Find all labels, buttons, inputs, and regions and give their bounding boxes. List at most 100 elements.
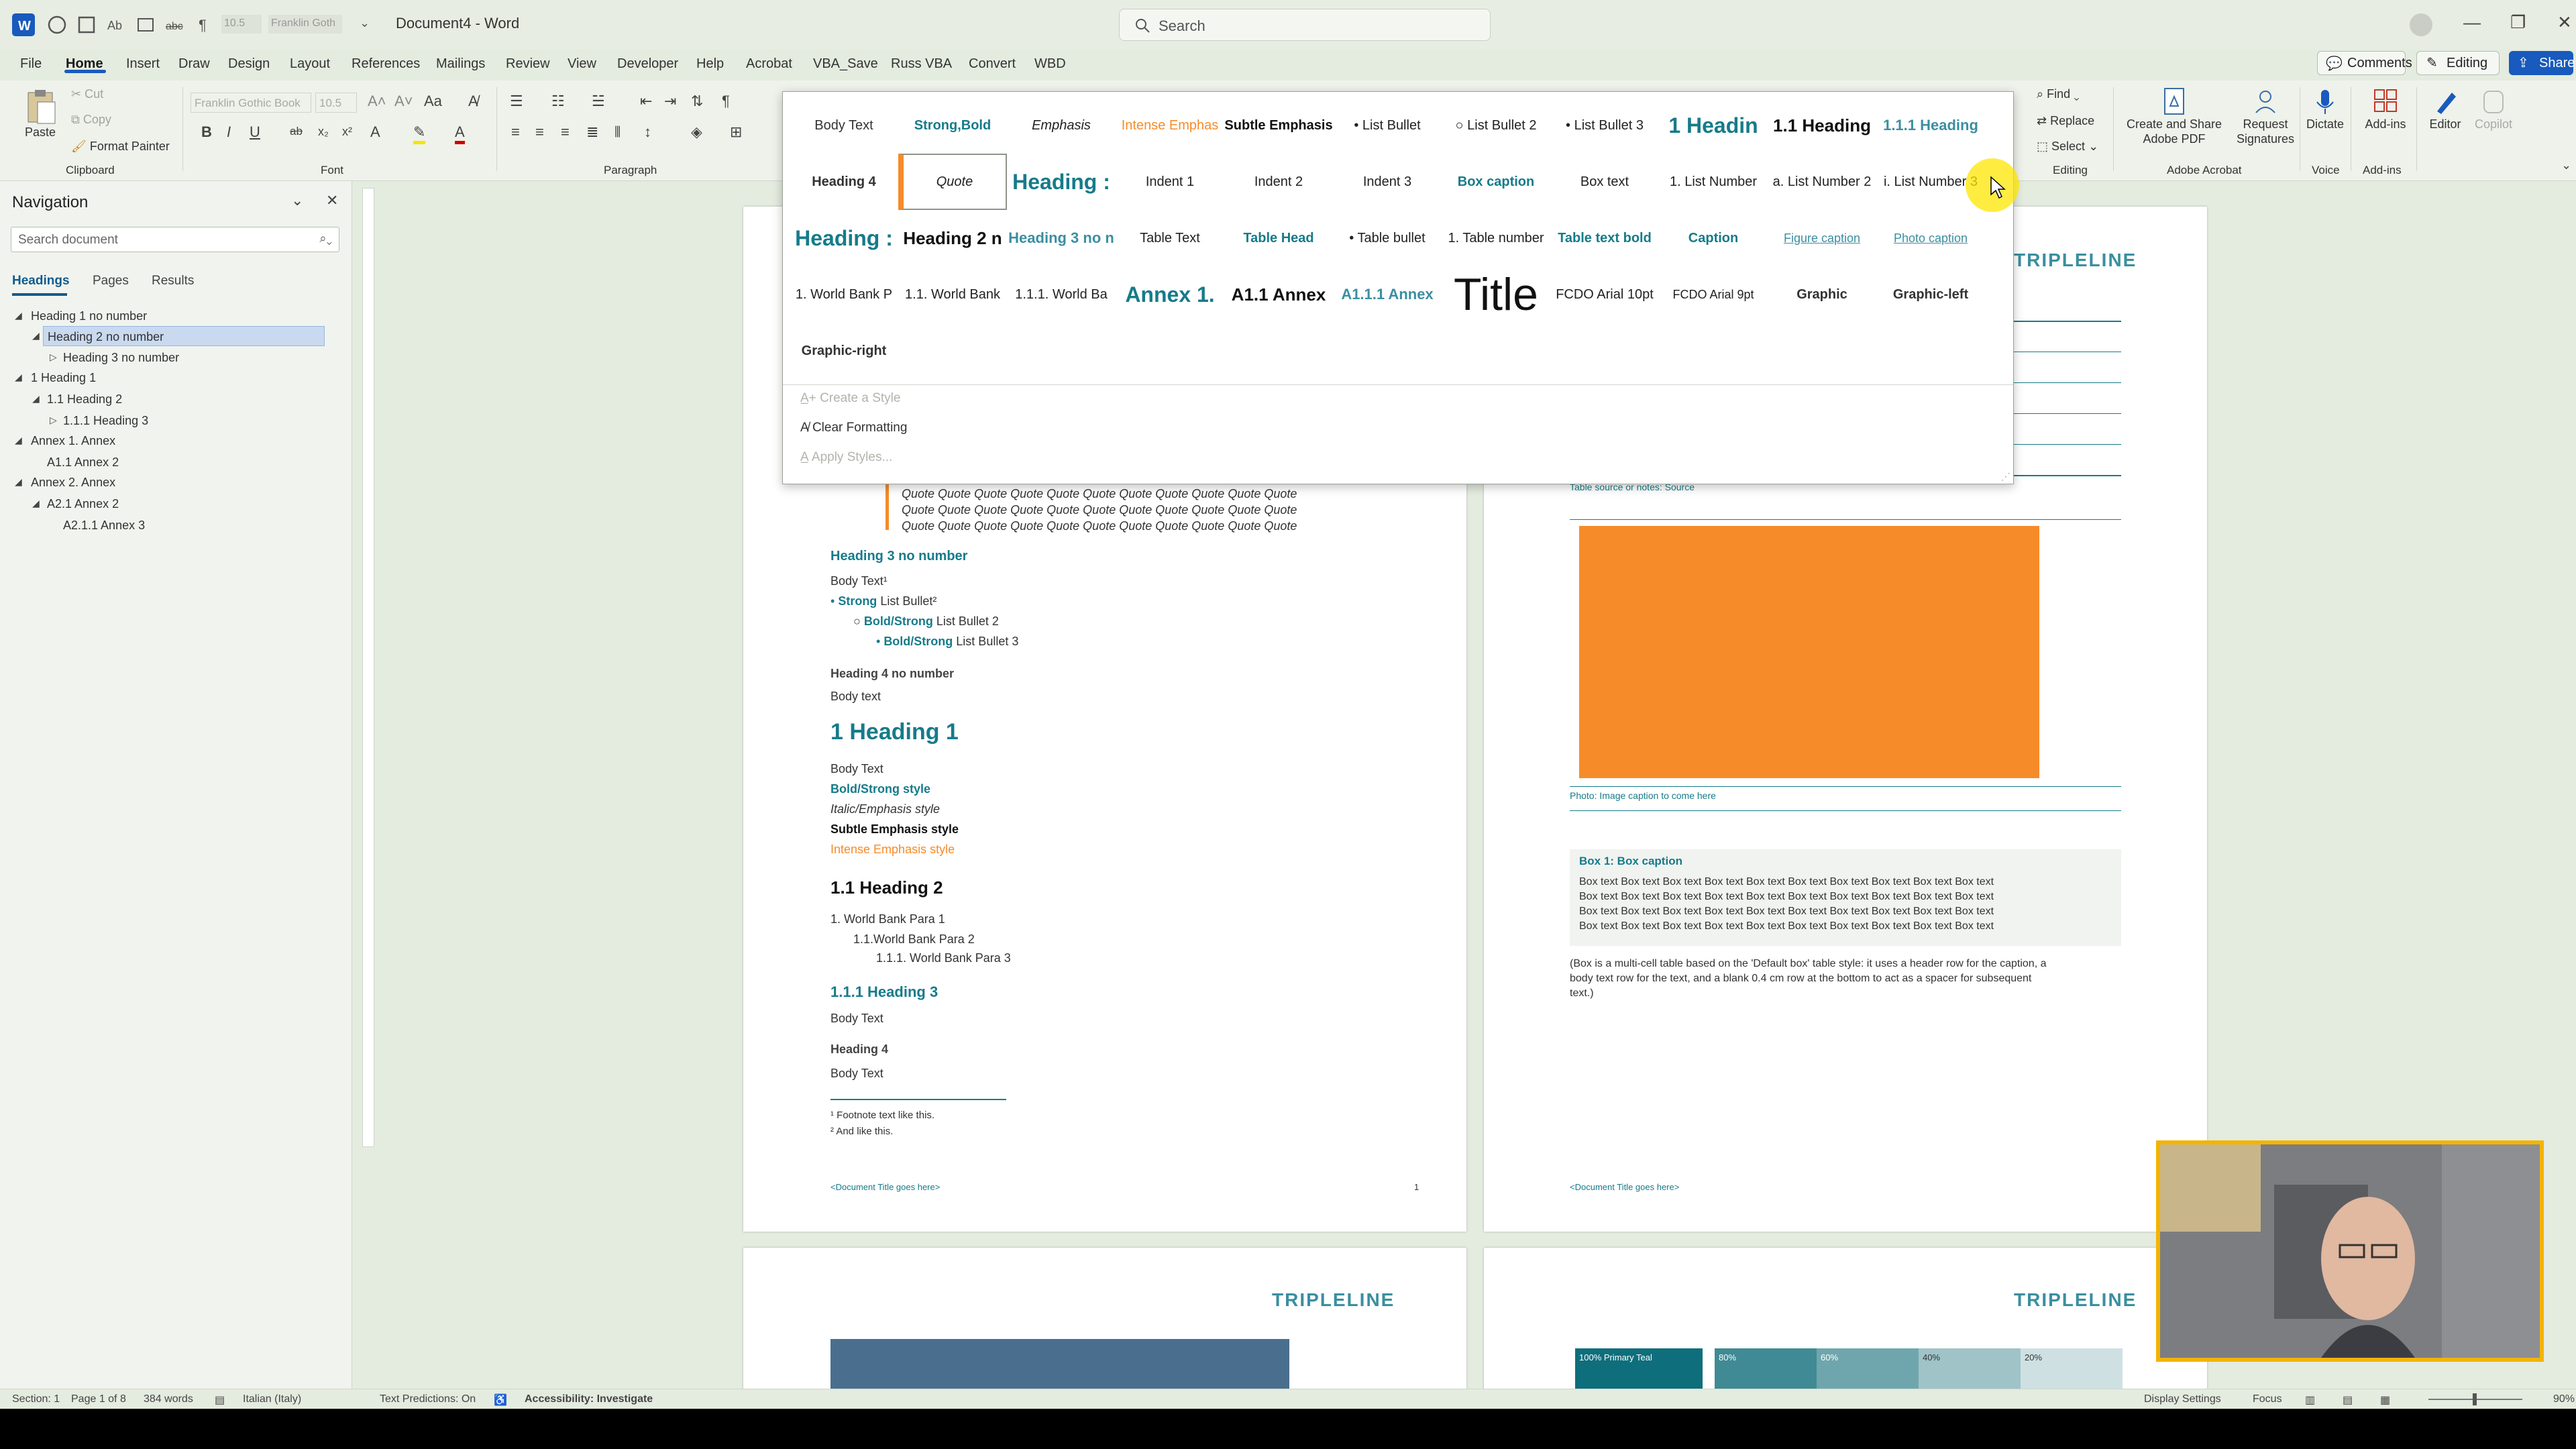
strikethrough-icon[interactable]: abc (164, 13, 186, 36)
style-annex-1[interactable]: Annex 1. (1116, 266, 1224, 323)
nav-tab-results[interactable]: Results (152, 274, 194, 288)
style-heading-4[interactable]: Heading 4 (790, 154, 898, 210)
collapse-triangle-icon[interactable]: ◢ (15, 310, 22, 321)
style-table-text[interactable]: Table Text (1116, 210, 1224, 266)
strikethrough-button-icon[interactable]: ab (290, 125, 303, 138)
format-painter-button[interactable]: 🖌 Format Painter (71, 140, 170, 154)
style-heading-1-nonum[interactable]: Heading : (790, 210, 898, 266)
search-input[interactable]: Search (1119, 9, 1491, 41)
nav-heading-item[interactable]: Annex 2. Annex (31, 472, 115, 492)
tab-mailings[interactable]: Mailings (436, 56, 485, 72)
collapse-triangle-icon[interactable]: ◢ (15, 476, 22, 488)
expand-triangle-icon[interactable]: ▷ (50, 415, 57, 426)
account-avatar[interactable] (2410, 13, 2432, 36)
font-name-box[interactable]: Franklin Gothic Book (191, 93, 311, 113)
tab-view[interactable]: View (568, 56, 596, 72)
close-icon[interactable]: ✕ (2557, 12, 2572, 33)
resize-grip-icon[interactable]: ⋰ (2001, 471, 2010, 482)
tab-review[interactable]: Review (506, 56, 550, 72)
borders-icon[interactable]: ⊞ (730, 123, 742, 141)
clear-formatting-menu-item[interactable]: A̸ Clear Formatting (800, 421, 907, 435)
align-center-icon[interactable]: ≡ (535, 123, 544, 141)
cut-button[interactable]: ✂ Cut (71, 87, 103, 101)
style-heading-2-nonum[interactable]: Heading 2 n (898, 210, 1007, 266)
style-strong-bold[interactable]: Strong,Bold (898, 97, 1007, 154)
tab-references[interactable]: References (352, 56, 420, 72)
status-zoom[interactable]: 90% (2553, 1393, 2575, 1405)
style-list-bullet-2[interactable]: ○ List Bullet 2 (1442, 97, 1550, 154)
page-4[interactable]: TRIPLELINE 100% Primary Teal 80% 60% 40%… (1484, 1248, 2207, 1395)
replace-button[interactable]: ⇄ Replace (2037, 114, 2094, 128)
tab-insert[interactable]: Insert (126, 56, 160, 72)
style-world-bank-2[interactable]: 1.1. World Bank (898, 266, 1007, 323)
minimize-icon[interactable]: — (2463, 12, 2481, 33)
select-button[interactable]: ⬚ Select ⌄ (2037, 140, 2098, 154)
nav-heading-item[interactable]: Heading 1 no number (31, 306, 147, 326)
style-graphic-right[interactable]: Graphic-right (790, 323, 898, 379)
style-graphic-left[interactable]: Graphic-left (1876, 266, 1985, 323)
show-formatting-icon[interactable]: ¶ (722, 93, 730, 110)
search-document-input[interactable]: Search document ⌕⌄ (11, 227, 339, 252)
qa-font-name-box[interactable]: Franklin Goth (268, 15, 342, 34)
autosave-icon[interactable] (46, 13, 68, 36)
web-layout-icon[interactable]: ▦ (2380, 1393, 2390, 1407)
decrease-indent-icon[interactable]: ⇤ (640, 93, 652, 110)
status-words[interactable]: 384 words (144, 1393, 193, 1405)
font-size-box[interactable]: 10.5 (315, 93, 357, 113)
collapse-triangle-icon[interactable]: ◢ (15, 372, 22, 383)
style-list-number[interactable]: 1. List Number (1659, 154, 1768, 210)
font-color-icon[interactable]: A (455, 123, 465, 144)
superscript-icon[interactable]: x² (342, 125, 352, 139)
nav-heading-item[interactable]: Annex 1. Annex (31, 431, 115, 451)
styles-gallery-dropdown[interactable]: Body Text Strong,Bold Emphasis Intense E… (782, 91, 2014, 484)
pilcrow-icon[interactable]: ¶ (193, 13, 216, 36)
tab-wbd[interactable]: WBD (1034, 56, 1066, 72)
align-left-icon[interactable]: ≡ (511, 123, 520, 141)
style-fcdo-10pt[interactable]: FCDO Arial 10pt (1550, 266, 1659, 323)
columns-icon[interactable]: ⫴ (614, 123, 621, 141)
dictate-button[interactable]: Dictate (2305, 87, 2345, 131)
increase-indent-icon[interactable]: ⇥ (664, 93, 676, 110)
style-title[interactable]: Title (1442, 266, 1550, 323)
find-button[interactable]: ⌕ Find ⌄ (2037, 87, 2080, 101)
nav-heading-item[interactable]: Heading 3 no number (63, 347, 179, 368)
track-changes-icon[interactable] (134, 13, 157, 36)
style-fcdo-9pt[interactable]: FCDO Arial 9pt (1659, 266, 1768, 323)
create-share-pdf-button[interactable]: Create and Share Adobe PDF (2120, 87, 2229, 146)
collapse-triangle-icon[interactable]: ◢ (32, 330, 40, 341)
underline-icon[interactable]: U (250, 123, 260, 141)
status-accessibility[interactable]: Accessibility: Investigate (525, 1393, 653, 1405)
style-heading-2[interactable]: 1.1 Heading (1768, 97, 1876, 154)
style-photo-caption[interactable]: Photo caption (1876, 210, 1985, 266)
sort-icon[interactable]: ⇅ (691, 93, 703, 110)
shrink-font-icon[interactable]: A˅ (394, 93, 413, 110)
nav-heading-item[interactable]: 1 Heading 1 (31, 368, 96, 388)
add-ins-button[interactable]: Add-ins (2355, 87, 2416, 131)
tab-convert[interactable]: Convert (969, 56, 1016, 72)
qa-font-size-box[interactable]: 10.5 (221, 15, 262, 34)
style-subtle-emphasis[interactable]: Subtle Emphasis (1224, 97, 1333, 154)
collapse-triangle-icon[interactable]: ◢ (32, 498, 40, 509)
nav-heading-item[interactable]: 1.1.1 Heading 3 (63, 411, 148, 431)
style-caption[interactable]: Caption (1659, 210, 1768, 266)
subscript-icon[interactable]: x₂ (318, 125, 329, 139)
tab-help[interactable]: Help (696, 56, 724, 72)
style-box-caption[interactable]: Box caption (1442, 154, 1550, 210)
status-section[interactable]: Section: 1 (12, 1393, 60, 1405)
tab-vba-save[interactable]: VBA_Save (813, 56, 878, 72)
align-right-icon[interactable]: ≡ (561, 123, 570, 141)
status-predictions[interactable]: Text Predictions: On (380, 1393, 476, 1405)
style-annex-2[interactable]: A1.1 Annex (1224, 266, 1333, 323)
nav-heading-item[interactable]: 1.1 Heading 2 (47, 389, 122, 409)
nav-heading-item-selected[interactable]: Heading 2 no number (43, 326, 325, 346)
style-list-number-2[interactable]: a. List Number 2 (1768, 154, 1876, 210)
bold-icon[interactable]: B (201, 123, 212, 141)
tab-draw[interactable]: Draw (178, 56, 210, 72)
create-style-menu-item[interactable]: A̲+ Create a Style (800, 391, 900, 406)
tab-layout[interactable]: Layout (290, 56, 330, 72)
style-list-bullet[interactable]: • List Bullet (1333, 97, 1442, 154)
style-quote-selected[interactable]: Quote (898, 153, 1008, 211)
share-button[interactable]: ⇪ Share (2509, 51, 2575, 75)
expand-triangle-icon[interactable]: ▷ (50, 352, 57, 363)
page-3[interactable]: TRIPLELINE (743, 1248, 1466, 1395)
